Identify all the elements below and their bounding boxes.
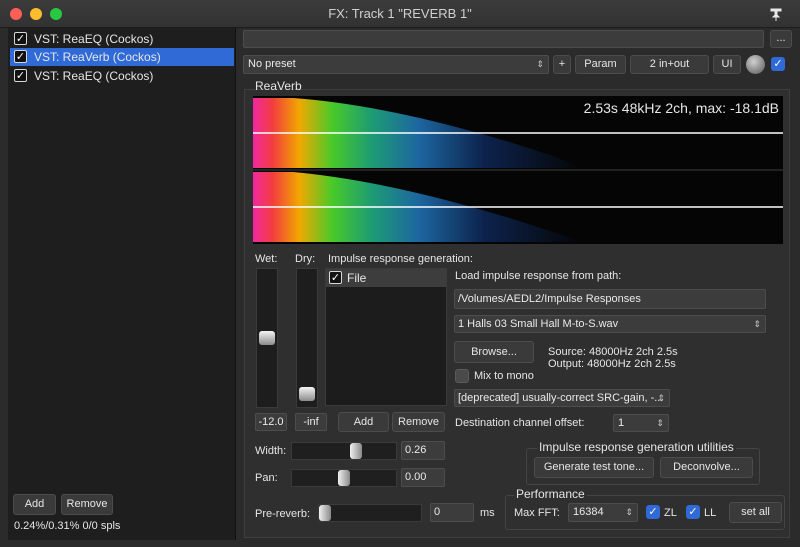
add-fx-button[interactable]: Add (13, 494, 56, 515)
plugin-item[interactable]: ✓ VST: ReaEQ (Cockos) (10, 30, 234, 48)
ll-checkbox[interactable]: ✓ (686, 505, 700, 519)
plugin-enable-checkbox[interactable]: ✓ (14, 50, 27, 63)
pan-value-field[interactable]: 0.00 (401, 468, 445, 487)
ll-label: LL (704, 507, 717, 519)
width-slider-handle[interactable] (349, 443, 362, 459)
mix-to-mono-checkbox[interactable] (455, 369, 469, 383)
chevron-updown-icon: ⇕ (536, 59, 544, 69)
cpu-status: 0.24%/0.31% 0/0 spls (14, 520, 121, 532)
source-info: Source: 48000Hz 2ch 2.5s (548, 346, 678, 358)
prereverb-slider-handle[interactable] (319, 505, 331, 521)
pan-slider[interactable] (291, 469, 397, 487)
prereverb-label: Pre-reverb: (255, 508, 311, 520)
irgen-item-label: File (347, 271, 367, 285)
preset-add-button[interactable]: + (553, 55, 571, 74)
maxfft-value: 16384 (573, 506, 604, 518)
plugin-label: VST: ReaEQ (Cockos) (34, 69, 154, 83)
prereverb-slider[interactable] (318, 504, 422, 522)
pan-slider-handle[interactable] (338, 470, 350, 486)
file-name: 1 Halls 03 Small Hall M-to-S.wav (458, 318, 619, 330)
dest-offset-dropdown[interactable]: 1 ⇕ (613, 414, 669, 432)
irgen-list[interactable]: ✓ File (325, 268, 447, 406)
wet-slider[interactable] (256, 268, 278, 408)
src-mode-dropdown[interactable]: [deprecated] usually-correct SRC-gain, -… (454, 389, 670, 407)
plugin-item-selected[interactable]: ✓ VST: ReaVerb (Cockos) (10, 48, 234, 66)
plugin-enable-checkbox[interactable]: ✓ (14, 32, 27, 45)
dest-offset-label: Destination channel offset: (455, 417, 585, 429)
width-label: Width: (255, 445, 287, 457)
plugin-list[interactable] (8, 28, 236, 540)
chevron-updown-icon: ⇕ (753, 319, 761, 329)
path-label: Load impulse response from path: (455, 270, 622, 282)
irgen-file-checkbox[interactable]: ✓ (329, 271, 342, 284)
maxfft-dropdown[interactable]: 16384 ⇕ (568, 503, 638, 522)
dry-slider-handle[interactable] (299, 386, 315, 401)
browse-button[interactable]: Browse... (454, 341, 534, 363)
chevron-updown-icon: ⇕ (657, 393, 665, 403)
wet-slider-handle[interactable] (259, 331, 275, 345)
set-all-button[interactable]: set all (729, 502, 782, 523)
dest-offset-value: 1 (618, 417, 625, 429)
preset-value: No preset (248, 58, 296, 70)
maxfft-label: Max FFT: (514, 507, 560, 519)
impulse-response-display: 2.53s 48kHz 2ch, max: -18.1dB (253, 96, 783, 244)
deconvolve-button[interactable]: Deconvolve... (660, 457, 753, 478)
pan-label: Pan: (255, 472, 278, 484)
dry-label: Dry: (295, 253, 316, 265)
plugin-item[interactable]: ✓ VST: ReaEQ (Cockos) (10, 67, 234, 85)
bypass-checkbox[interactable]: ✓ (771, 57, 785, 71)
irgen-utilities-title: Impulse response generation utilities (537, 440, 736, 454)
plugin-title: ReaVerb (255, 79, 302, 93)
dry-value-field[interactable]: -inf (295, 413, 327, 431)
prereverb-unit: ms (480, 507, 495, 519)
param-button[interactable]: Param (575, 55, 626, 74)
preset-dropdown[interactable]: No preset ⇕ (243, 55, 549, 74)
output-info: Output: 48000Hz 2ch 2.5s (548, 358, 676, 370)
ir-info-text: 2.53s 48kHz 2ch, max: -18.1dB (583, 100, 779, 116)
ui-toggle-button[interactable]: UI (713, 55, 741, 74)
generate-test-tone-button[interactable]: Generate test tone... (534, 457, 654, 478)
zl-checkbox[interactable]: ✓ (646, 505, 660, 519)
src-mode-value: [deprecated] usually-correct SRC-gain, -… (458, 392, 664, 404)
file-dropdown[interactable]: 1 Halls 03 Small Hall M-to-S.wav ⇕ (454, 315, 766, 333)
irgen-item-file[interactable]: ✓ File (326, 269, 446, 287)
remove-fx-button[interactable]: Remove (61, 494, 113, 515)
chevron-updown-icon: ⇕ (625, 507, 633, 517)
wet-label: Wet: (255, 253, 278, 265)
path-field[interactable]: /Volumes/AEDL2/Impulse Responses (454, 289, 766, 309)
plugin-enable-checkbox[interactable]: ✓ (14, 69, 27, 82)
fx-parameter-field[interactable] (243, 30, 764, 48)
irgen-title: Impulse response generation: (328, 253, 473, 265)
performance-title: Performance (514, 487, 587, 501)
dry-slider[interactable] (296, 268, 318, 408)
fx-menu-button[interactable]: ... (770, 30, 792, 48)
irgen-add-button[interactable]: Add (338, 412, 389, 432)
mix-to-mono-label: Mix to mono (474, 370, 534, 382)
prereverb-value-field[interactable]: 0 (430, 503, 474, 522)
wet-knob-icon[interactable] (746, 55, 765, 74)
width-value-field[interactable]: 0.26 (401, 441, 445, 460)
window-title: FX: Track 1 "REVERB 1" (328, 6, 472, 21)
chevron-updown-icon: ⇕ (656, 418, 664, 428)
plugin-label: VST: ReaVerb (Cockos) (34, 50, 161, 64)
plugin-label: VST: ReaEQ (Cockos) (34, 32, 154, 46)
width-slider[interactable] (291, 442, 397, 460)
irgen-remove-button[interactable]: Remove (392, 412, 445, 432)
wet-value-field[interactable]: -12.0 (255, 413, 287, 431)
zl-label: ZL (664, 507, 677, 519)
io-routing-button[interactable]: 2 in+out (630, 55, 709, 74)
pin-icon[interactable] (768, 6, 784, 22)
